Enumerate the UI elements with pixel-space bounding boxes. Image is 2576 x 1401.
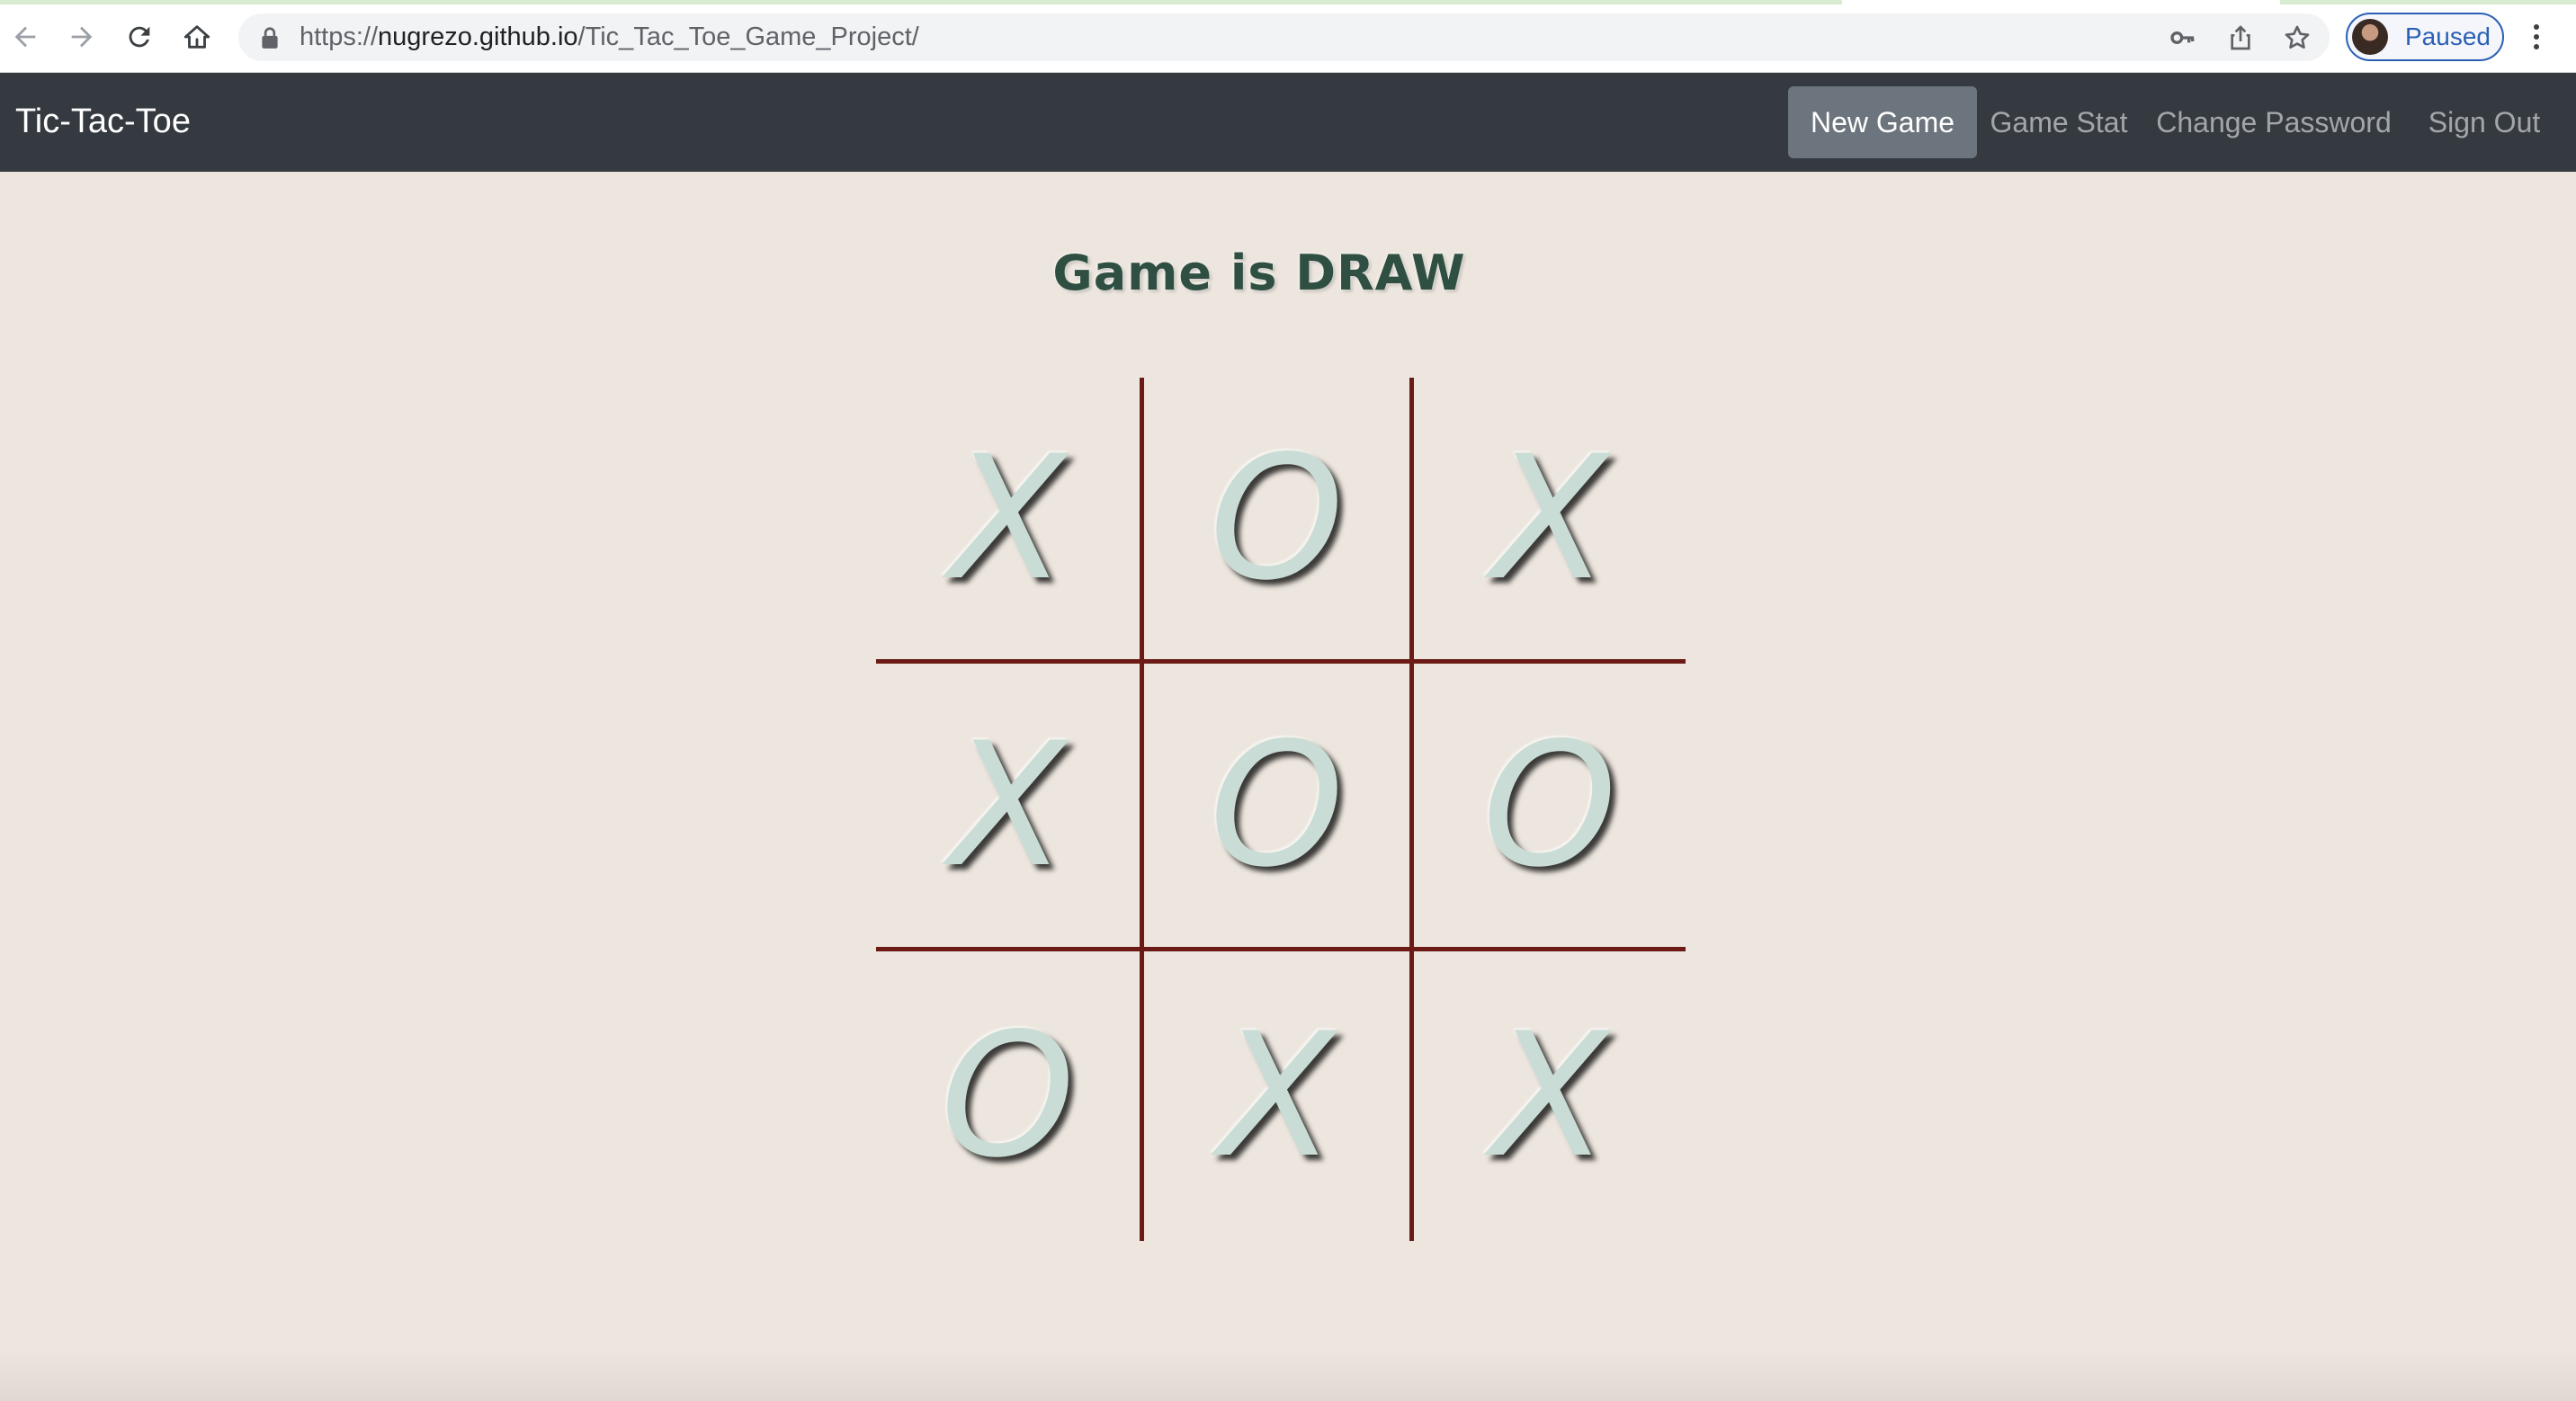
avatar xyxy=(2352,19,2388,55)
profile-button[interactable]: Paused xyxy=(2346,13,2504,61)
board-cell-8[interactable]: X xyxy=(1414,951,1686,1241)
url-scheme: https:// xyxy=(300,22,379,51)
back-button[interactable] xyxy=(4,16,46,58)
nav-sign-out[interactable]: Sign Out xyxy=(2414,86,2554,158)
home-button[interactable] xyxy=(176,16,218,58)
board-cell-0[interactable]: X xyxy=(876,378,1140,659)
password-key-button[interactable] xyxy=(2166,21,2200,55)
board-cell-3[interactable]: X xyxy=(876,664,1140,947)
forward-arrow-icon xyxy=(71,26,93,48)
game-status-message: Game is DRAW xyxy=(1052,245,1466,301)
home-icon xyxy=(183,25,210,49)
page-load-progress xyxy=(0,0,1842,4)
tic-tac-toe-board: X O X X O O O X X xyxy=(876,378,1686,1241)
brand-title[interactable]: Tic-Tac-Toe xyxy=(15,102,191,141)
share-button[interactable] xyxy=(2223,21,2258,55)
app-navbar: Tic-Tac-Toe New Game Game Stat Change Pa… xyxy=(0,73,2576,172)
board-cell-4[interactable]: O xyxy=(1144,664,1409,947)
url-host: nugrezo.github.io xyxy=(378,22,578,51)
share-icon xyxy=(2231,25,2250,50)
bookmark-button[interactable] xyxy=(2280,21,2314,55)
key-icon xyxy=(2170,31,2195,44)
address-bar[interactable]: https://nugrezo.github.io/Tic_Tac_Toe_Ga… xyxy=(238,13,2330,61)
url-path: /Tic_Tac_Toe_Game_Project/ xyxy=(577,22,919,51)
nav-new-game[interactable]: New Game xyxy=(1788,86,1977,158)
board-cell-5[interactable]: O xyxy=(1414,664,1686,947)
board-cell-2[interactable]: X xyxy=(1414,378,1686,659)
lock-icon xyxy=(262,27,278,49)
reload-icon xyxy=(129,26,150,48)
page-load-progress-tail xyxy=(2280,0,2576,4)
reload-button[interactable] xyxy=(119,16,160,58)
board-cell-6[interactable]: O xyxy=(876,951,1140,1241)
back-arrow-icon xyxy=(14,26,36,48)
more-vert-icon xyxy=(2534,24,2539,49)
nav-change-password[interactable]: Change Password xyxy=(2150,86,2398,158)
url-text: https://nugrezo.github.io/Tic_Tac_Toe_Ga… xyxy=(300,22,919,52)
nav-game-stat[interactable]: Game Stat xyxy=(1984,86,2133,158)
browser-toolbar: https://nugrezo.github.io/Tic_Tac_Toe_Ga… xyxy=(0,0,2576,73)
board-cell-7[interactable]: X xyxy=(1144,951,1409,1241)
star-icon xyxy=(2285,25,2310,49)
profile-status-label: Paused xyxy=(2405,22,2491,50)
forward-button[interactable] xyxy=(61,16,103,58)
bottom-shadow xyxy=(0,1349,2576,1401)
browser-menu-button[interactable] xyxy=(2522,16,2551,58)
board-cell-1[interactable]: O xyxy=(1144,378,1409,659)
